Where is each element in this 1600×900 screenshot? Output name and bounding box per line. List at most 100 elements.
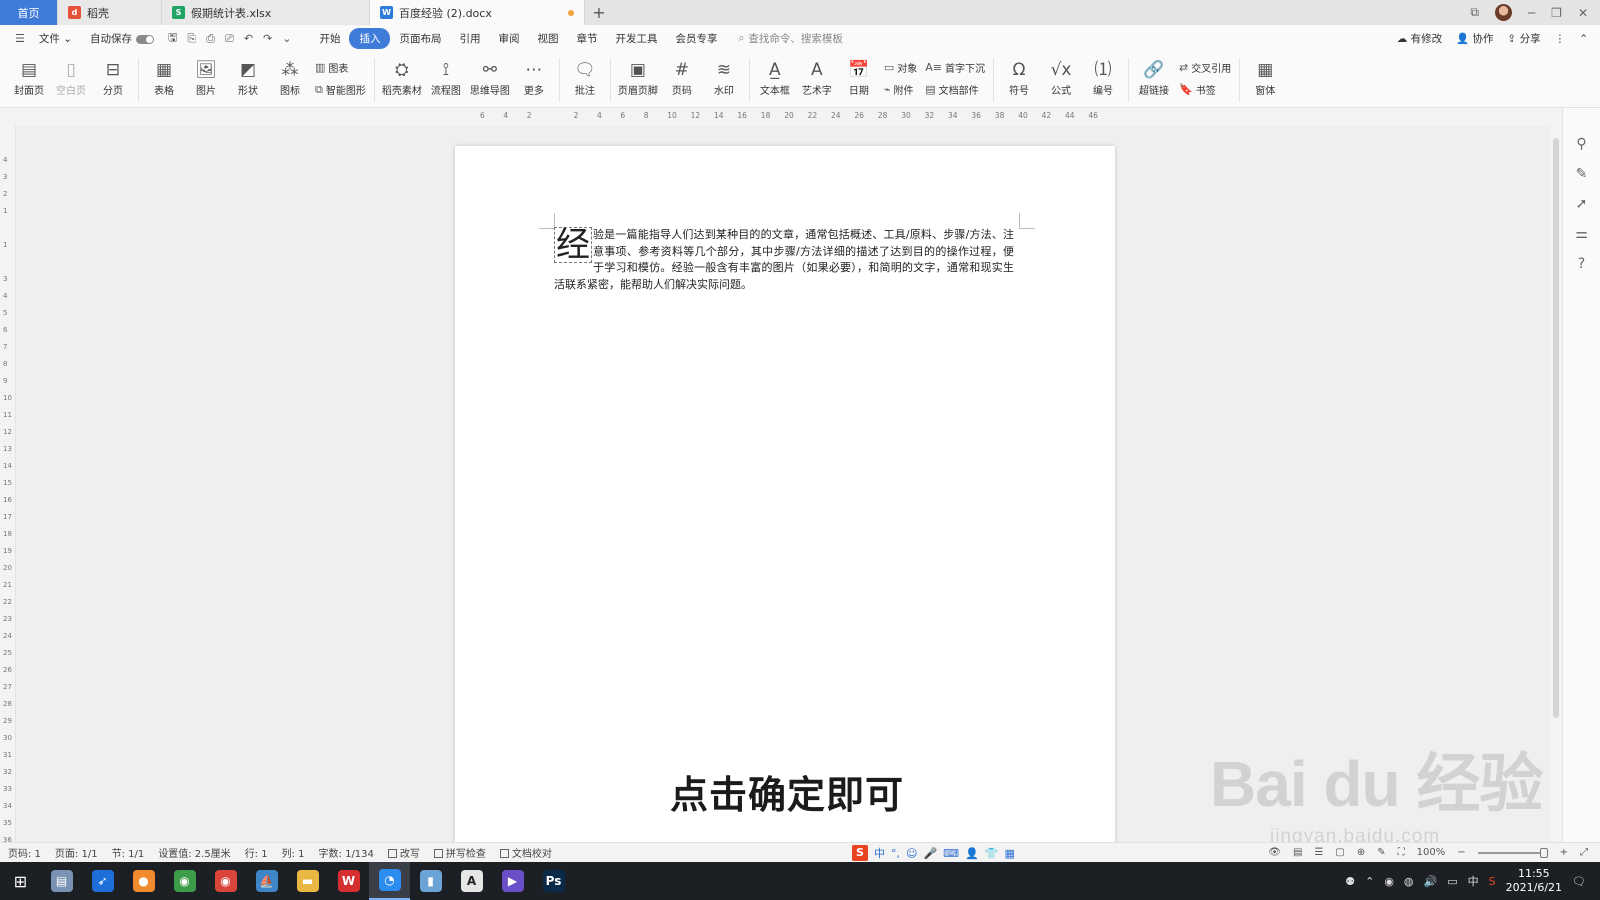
- zoom-slider[interactable]: [1477, 847, 1548, 858]
- table-button[interactable]: ▦ 表格: [146, 52, 182, 97]
- file-menu[interactable]: 文件 ⌄: [30, 28, 81, 49]
- formula-button[interactable]: √x 公式: [1043, 52, 1079, 97]
- tab-xlsx[interactable]: S 假期统计表.xlsx: [162, 0, 370, 25]
- undo-icon[interactable]: ↶: [239, 32, 258, 45]
- sogou-tray-icon[interactable]: S: [1489, 875, 1496, 888]
- overwrite-toggle[interactable]: 改写: [387, 845, 420, 860]
- tab-docx[interactable]: W 百度经验 (2).docx: [370, 0, 585, 25]
- keyboard-icon[interactable]: ⌨: [943, 847, 959, 860]
- new-tab-button[interactable]: +: [585, 0, 613, 25]
- menu-view[interactable]: 视图: [528, 28, 567, 49]
- picture-button[interactable]: 🖼 图片: [188, 52, 224, 97]
- taskbar-feather[interactable]: ➶: [82, 862, 123, 900]
- print-icon[interactable]: ⎙: [201, 32, 220, 46]
- menu-references[interactable]: 引用: [450, 28, 489, 49]
- write-view-icon[interactable]: ✎: [1377, 847, 1385, 858]
- pen-icon[interactable]: ✎: [1576, 166, 1588, 182]
- textbox-button[interactable]: A̲ 文本框: [757, 52, 793, 97]
- chart-button[interactable]: ▥ 图表: [315, 60, 366, 75]
- menu-layout[interactable]: 页面布局: [390, 28, 450, 49]
- tray-app2-icon[interactable]: ◍: [1404, 875, 1414, 888]
- menu-start[interactable]: 开始: [310, 28, 349, 49]
- format-painter-icon[interactable]: ⎘: [182, 32, 201, 46]
- zoom-slider-knob[interactable]: [1539, 847, 1548, 858]
- hamburger-icon[interactable]: ☰: [10, 32, 30, 45]
- ime-language[interactable]: 中: [874, 845, 885, 861]
- user-icon[interactable]: 👤: [965, 847, 979, 860]
- status-page-number[interactable]: 页码: 1: [8, 845, 41, 860]
- microphone-icon[interactable]: 🎤: [923, 847, 937, 860]
- status-section[interactable]: 节: 1/1: [112, 845, 145, 860]
- redo-icon[interactable]: ↷: [258, 32, 277, 45]
- settings-sliders-icon[interactable]: ⚌: [1575, 226, 1588, 242]
- menu-member[interactable]: 会员专享: [666, 28, 726, 49]
- shape-button[interactable]: ◩ 形状: [230, 52, 266, 97]
- close-icon[interactable]: ✕: [1578, 6, 1588, 20]
- smartart-button[interactable]: ⧉ 智能图形: [315, 82, 366, 98]
- taskbar-photoshop[interactable]: Ps: [533, 862, 574, 900]
- more-menu-icon[interactable]: ⋮: [1555, 33, 1566, 45]
- flowchart-button[interactable]: ⟟ 流程图: [428, 52, 464, 97]
- page-number-button[interactable]: # 页码: [664, 52, 700, 97]
- taskbar-chrome[interactable]: ◉: [164, 862, 205, 900]
- watermark-button[interactable]: ≋ 水印: [706, 52, 742, 97]
- zoom-in-icon[interactable]: +: [1560, 847, 1568, 858]
- taskbar-app-a[interactable]: A: [451, 862, 492, 900]
- header-footer-button[interactable]: ▣ 页眉页脚: [618, 52, 658, 97]
- tab-home[interactable]: 首页: [0, 0, 58, 25]
- wordart-button[interactable]: A 艺术字: [799, 52, 835, 97]
- taskbar-orange-app[interactable]: ●: [123, 862, 164, 900]
- symbol-button[interactable]: Ω 符号: [1001, 52, 1037, 97]
- zoom-out-icon[interactable]: −: [1457, 847, 1465, 858]
- page-view-icon[interactable]: ▤: [1293, 847, 1302, 858]
- scroll-thumb[interactable]: [1553, 138, 1559, 718]
- tray-app-icon[interactable]: ◉: [1384, 875, 1394, 888]
- restore-icon[interactable]: ❐: [1551, 6, 1562, 20]
- tray-expand-icon[interactable]: ⌃: [1365, 875, 1374, 888]
- date-button[interactable]: 📅 日期: [841, 52, 877, 97]
- share-button[interactable]: ⇪ 分享: [1508, 31, 1541, 46]
- menu-chapter[interactable]: 章节: [567, 28, 606, 49]
- menu-review[interactable]: 审阅: [489, 28, 528, 49]
- collapse-ribbon-icon[interactable]: ⌃: [1579, 33, 1588, 45]
- network-icon[interactable]: ▭: [1447, 875, 1457, 888]
- modified-button[interactable]: ☁ 有修改: [1397, 31, 1442, 46]
- avatar[interactable]: [1494, 4, 1512, 21]
- taskbar-folder[interactable]: ▬: [287, 862, 328, 900]
- taskbar-wps[interactable]: W: [328, 862, 369, 900]
- window-layout-icon[interactable]: ⧉: [1470, 5, 1479, 20]
- numbering-button[interactable]: ⑴ 编号: [1085, 52, 1121, 97]
- zoom-level[interactable]: 100%: [1417, 847, 1446, 858]
- docparts-button[interactable]: ▤ 文档部件: [925, 82, 985, 97]
- styles-icon[interactable]: ⚲: [1576, 136, 1586, 152]
- sogou-ime-icon[interactable]: S: [852, 845, 868, 861]
- menu-insert[interactable]: 插入: [349, 28, 391, 49]
- document-page[interactable]: 经验是一篇能指导人们达到某种目的的文章，通常包括概述、工具/原料、步骤/方法、注…: [455, 146, 1115, 842]
- horizontal-ruler[interactable]: 6 4 2 2 4 6 8 10 12 14 16 18 20 22 24 26 28 30 32 34 36 38 40 4…: [0, 108, 1600, 126]
- tab-daoke[interactable]: d 稻壳: [58, 0, 162, 25]
- object-button[interactable]: ▭ 对象: [884, 60, 917, 75]
- proofread-toggle[interactable]: 文档校对: [499, 845, 552, 860]
- mindmap-button[interactable]: ⚯ 思维导图: [470, 52, 510, 97]
- taskbar-file[interactable]: ▤: [41, 862, 82, 900]
- bookmark-button[interactable]: 🔖 书签: [1179, 82, 1231, 97]
- people-icon[interactable]: ⚉: [1345, 875, 1355, 888]
- volume-icon[interactable]: 🔊: [1424, 875, 1438, 888]
- spellcheck-toggle[interactable]: 拼写检查: [433, 845, 486, 860]
- blank-page-button[interactable]: ▯ 空白页: [53, 52, 89, 97]
- menu-devtools[interactable]: 开发工具: [606, 28, 666, 49]
- emoji-icon[interactable]: ☺: [906, 847, 917, 860]
- cover-page-button[interactable]: ▤ 封面页: [11, 52, 47, 97]
- help-icon[interactable]: ?: [1578, 256, 1585, 272]
- collaborate-button[interactable]: 👤 协作: [1456, 31, 1493, 46]
- eye-protection-icon[interactable]: 👁: [1268, 847, 1281, 858]
- command-search[interactable]: ⌕ 查找命令、搜索模板: [738, 31, 938, 46]
- vertical-ruler[interactable]: 4 3 2 1 1 3 4 5 6 7 8 9 10 11 12 13 14 15 16 17 18 19 20 21 22 23…: [0, 126, 16, 844]
- web-view-icon[interactable]: ⊕: [1357, 847, 1365, 858]
- start-button[interactable]: ⊞: [0, 862, 41, 900]
- outline-view-icon[interactable]: ☰: [1314, 847, 1323, 858]
- more-button[interactable]: ⋯ 更多: [516, 52, 552, 97]
- read-view-icon[interactable]: ▢: [1335, 847, 1344, 858]
- attachment-button[interactable]: ⌁ 附件: [884, 82, 917, 97]
- fit-page-icon[interactable]: ⛶: [1398, 847, 1405, 858]
